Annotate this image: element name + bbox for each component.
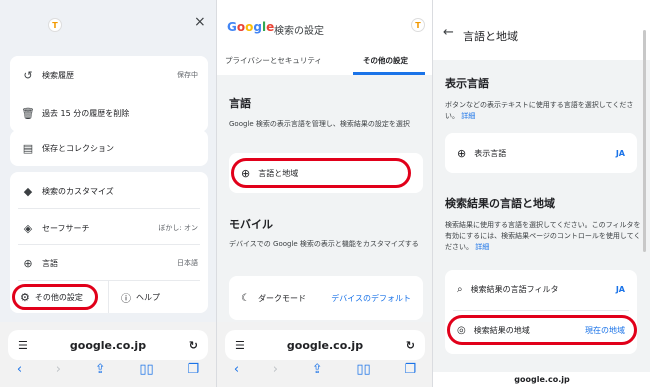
display-language-desc: ボタンなどの表示テキストに使用する言語を選択してください。 詳細 — [445, 101, 634, 120]
moon-icon: ☾ — [241, 292, 250, 304]
reload-icon[interactable]: ↻ — [406, 339, 415, 352]
menu-item-search-history[interactable]: ↺ 検索履歴 保存中 — [10, 56, 208, 94]
language-region-row[interactable]: ⊕ 言語と地域 › — [229, 153, 423, 193]
share-icon[interactable]: ⇪ — [312, 362, 323, 377]
filter-search-icon: ⌕ — [457, 283, 463, 295]
bookmarks-icon[interactable]: ▯▯ — [356, 362, 370, 377]
globe-icon: ⊕ — [241, 166, 251, 180]
close-icon[interactable]: × — [194, 14, 206, 30]
google-logo: Google — [227, 20, 275, 34]
language-region-panel: ← 言語と地域 表示言語 ボタンなどの表示テキストに使用する言語を選択してくださ… — [432, 0, 650, 387]
section-language-title: 言語 — [229, 97, 251, 110]
reload-icon[interactable]: ↻ — [189, 339, 198, 352]
avatar[interactable]: T — [411, 18, 425, 32]
delete-history-icon: 🗑 — [21, 106, 35, 120]
reader-icon: ☰ — [18, 338, 28, 352]
bookmarks-icon[interactable]: ▯▯ — [139, 362, 153, 377]
browser-toolbar: ‹ › ⇪ ▯▯ ❐ — [0, 355, 216, 383]
display-language-title: 表示言語 — [445, 77, 489, 90]
customize-icon: ◆ — [23, 184, 33, 198]
tabs-icon[interactable]: ❐ — [187, 362, 199, 377]
search-settings-panel: Google 検索の設定 T プライバシーとセキュリティ その他の設定 言語 G… — [216, 0, 432, 387]
history-icon: ↺ — [23, 68, 33, 82]
share-icon[interactable]: ⇪ — [95, 362, 106, 377]
tab-privacy[interactable]: プライバシーとセキュリティ — [225, 55, 322, 66]
help-icon: ⓘ — [121, 293, 131, 305]
bottom-actions: ⚙ その他の設定 ⓘ ヘルプ — [10, 281, 208, 313]
results-region-row[interactable]: ◎ 検索結果の地域 現在の地域 — [445, 312, 637, 348]
scrollbar[interactable] — [643, 30, 646, 252]
browser-toolbar: ‹ › ⇪ ▯▯ ❐ — [217, 355, 432, 383]
collection-icon: ▤ — [22, 141, 34, 155]
section-language-desc: Google 検索の表示言語を管理し、検索結果の設定を選択 — [229, 120, 410, 128]
page-title: 検索の設定 — [274, 26, 324, 37]
back-icon[interactable]: ‹ — [17, 362, 22, 377]
google-menu-panel: T × ↺ 検索履歴 保存中 🗑 過去 15 分の履歴を削除 ▤ 保存とコレクシ… — [0, 0, 216, 387]
tab-indicator — [353, 72, 425, 75]
menu-item-language[interactable]: ⊕ 言語 日本語 — [10, 245, 208, 281]
page-title: 言語と地域 — [463, 30, 518, 43]
back-arrow-icon[interactable]: ← — [443, 25, 454, 40]
details-link[interactable]: 詳細 — [475, 243, 489, 251]
section-mobile-title: モバイル — [229, 218, 273, 231]
avatar[interactable]: T — [48, 18, 62, 32]
forward-icon[interactable]: › — [273, 362, 278, 377]
tabs-icon[interactable]: ❐ — [404, 362, 416, 377]
menu-item-customize[interactable]: ◆ 検索のカスタマイズ — [10, 172, 208, 210]
menu-item-collections[interactable]: ▤ 保存とコレクション — [10, 130, 208, 166]
results-language-desc: 検索結果に使用する言語を選択してください。このフィルタを有効にするには、検索結果… — [445, 221, 641, 251]
globe-icon: ⊕ — [457, 146, 467, 160]
tab-other-settings[interactable]: その他の設定 — [363, 55, 408, 66]
help-button[interactable]: ⓘ ヘルプ — [109, 281, 208, 313]
details-link[interactable]: 詳細 — [461, 112, 475, 120]
dark-mode-row[interactable]: ☾ ダークモード デバイスのデフォルト — [229, 276, 423, 320]
region-search-icon: ◎ — [457, 324, 466, 336]
menu-item-safesearch[interactable]: ◈ セーフサーチ ぼかし: オン — [10, 209, 208, 247]
safesearch-icon: ◈ — [23, 221, 33, 235]
url-bar[interactable]: google.co.jp — [433, 372, 650, 387]
display-language-row[interactable]: ⊕ 表示言語 JA — [445, 133, 637, 173]
results-language-title: 検索結果の言語と地域 — [445, 197, 555, 210]
reader-icon: ☰ — [235, 338, 245, 352]
chevron-right-icon: › — [407, 167, 411, 179]
forward-icon[interactable]: › — [56, 362, 61, 377]
language-icon: ⊕ — [23, 256, 33, 270]
other-settings-button[interactable]: ⚙ その他の設定 — [10, 281, 109, 313]
results-language-filter-row[interactable]: ⌕ 検索結果の言語フィルタ JA — [445, 270, 637, 308]
gear-icon: ⚙ — [20, 290, 30, 304]
section-mobile-desc: デバイスでの Google 検索の表示と機能をカスタマイズする — [229, 240, 419, 248]
back-icon[interactable]: ‹ — [234, 362, 239, 377]
menu-item-delete-history[interactable]: 🗑 過去 15 分の履歴を削除 — [10, 94, 208, 132]
